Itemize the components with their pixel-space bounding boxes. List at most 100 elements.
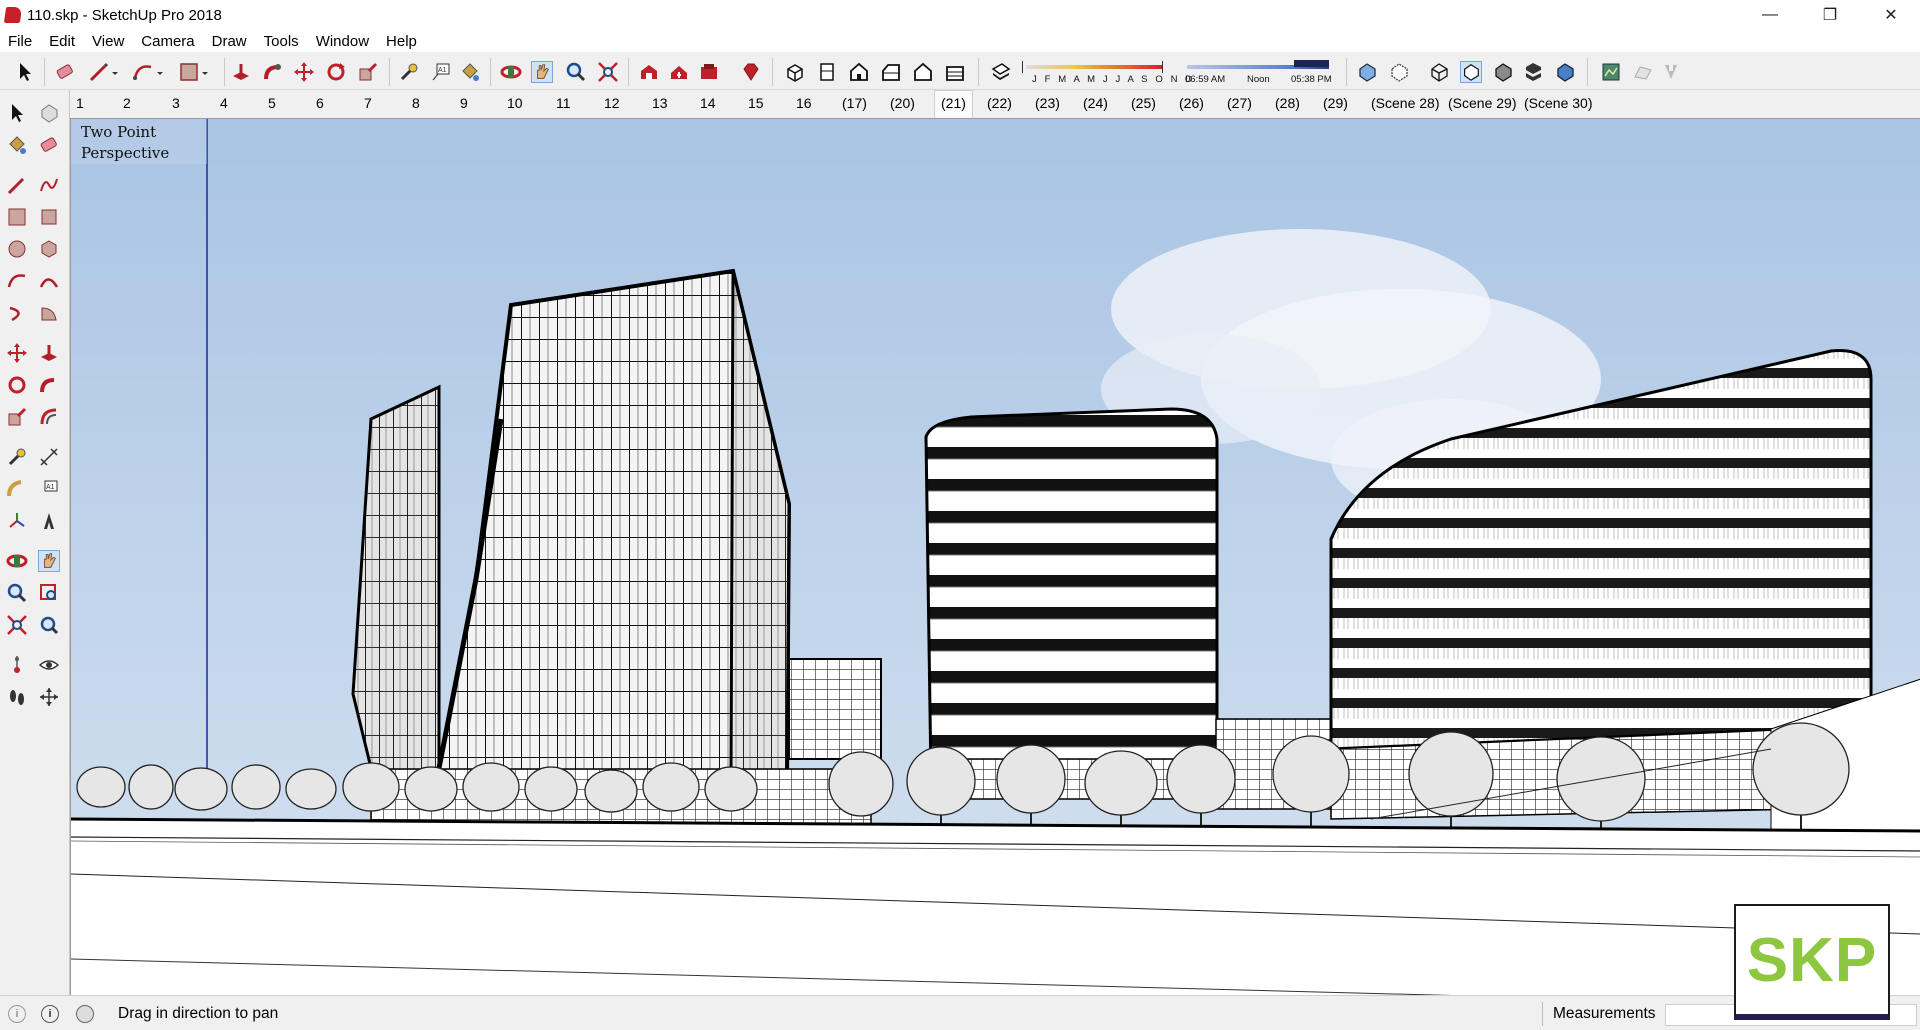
menu-window[interactable]: Window [308, 33, 378, 50]
geo-location-icon[interactable]: i [8, 1005, 26, 1023]
scene-tab[interactable]: (Scene 28) [1371, 95, 1439, 111]
polygon-tool-icon[interactable] [38, 238, 60, 260]
previous-view-icon[interactable] [38, 614, 60, 636]
shadow-month-slider[interactable]: J F M A M J J A S O N D [1022, 59, 1192, 89]
menu-file[interactable]: File [0, 33, 41, 50]
zoom-extents-icon[interactable] [597, 61, 619, 83]
time-slider-handle[interactable] [1294, 60, 1329, 67]
rectangle-tool-icon[interactable] [178, 61, 200, 83]
arc-dropdown-chevron-icon[interactable] [155, 61, 165, 83]
right-view-icon[interactable] [880, 61, 902, 83]
pan-tool-icon[interactable] [38, 550, 60, 572]
close-button[interactable]: ✕ [1868, 0, 1914, 30]
scene-tab[interactable]: (25) [1131, 95, 1156, 111]
line-dropdown-chevron-icon[interactable] [110, 61, 120, 83]
text-tool-icon[interactable]: A1 [38, 478, 60, 500]
push-pull-tool-icon[interactable] [230, 61, 252, 83]
offset-tool-icon[interactable] [38, 406, 60, 428]
look-around-eye-icon[interactable] [38, 654, 60, 676]
circle-tool-icon[interactable] [6, 238, 28, 260]
xray-style-icon[interactable] [1356, 61, 1378, 83]
back-edges-style-icon[interactable] [1388, 61, 1410, 83]
scene-tab[interactable]: (17) [842, 95, 867, 111]
top-view-icon[interactable] [816, 61, 838, 83]
extension-warehouse-icon[interactable] [698, 61, 720, 83]
pan-tool-icon[interactable] [531, 61, 553, 83]
scene-tab[interactable]: (26) [1179, 95, 1204, 111]
scene-tab[interactable]: 4 [220, 95, 228, 111]
toggle-terrain-icon[interactable] [1632, 61, 1654, 83]
two-point-arc-icon[interactable] [38, 270, 60, 292]
scene-tab-active[interactable]: (21) [934, 90, 973, 118]
paint-bucket-icon[interactable] [6, 134, 28, 156]
scene-tab[interactable]: 12 [604, 95, 620, 111]
scene-tab[interactable]: 8 [412, 95, 420, 111]
zoom-extents-icon[interactable] [6, 614, 28, 636]
scene-tab[interactable]: 3 [172, 95, 180, 111]
scene-tab[interactable]: (28) [1275, 95, 1300, 111]
push-pull-tool-icon[interactable] [38, 342, 60, 364]
iso-view-icon[interactable] [784, 61, 806, 83]
model-viewport[interactable]: Two Point Perspective [70, 118, 1920, 995]
scene-tab[interactable]: (Scene 30) [1524, 95, 1592, 111]
left-view-icon[interactable] [944, 61, 966, 83]
move-tool-icon[interactable] [293, 61, 315, 83]
menu-view[interactable]: View [84, 33, 133, 50]
arc-tool-icon[interactable] [132, 61, 154, 83]
scene-tab[interactable]: 7 [364, 95, 372, 111]
monochrome-style-icon[interactable] [1554, 61, 1576, 83]
three-point-arc-icon[interactable] [6, 302, 28, 324]
zoom-window-icon[interactable] [38, 582, 60, 604]
rotate-tool-icon[interactable] [325, 61, 347, 83]
make-component-icon[interactable] [38, 102, 60, 124]
select-tool-icon[interactable] [6, 102, 28, 124]
scene-tab[interactable]: 10 [507, 95, 523, 111]
walk-footprints-icon[interactable] [6, 686, 28, 708]
text-tool-icon[interactable]: A1 [430, 61, 452, 83]
select-tool-icon[interactable] [14, 61, 36, 83]
orbit-tool-icon[interactable] [500, 61, 522, 83]
section-plane-icon[interactable] [38, 686, 60, 708]
scene-tab[interactable]: 1 [76, 95, 84, 111]
credits-info-icon[interactable]: i [41, 1005, 59, 1023]
line-tool-icon[interactable] [6, 174, 28, 196]
wireframe-style-icon[interactable] [1428, 61, 1450, 83]
line-tool-icon[interactable] [88, 61, 110, 83]
shadows-toggle-icon[interactable] [990, 61, 1012, 83]
scene-tab[interactable]: (Scene 29) [1448, 95, 1516, 111]
scene-tab[interactable]: (29) [1323, 95, 1348, 111]
scene-tab[interactable]: 16 [796, 95, 812, 111]
scene-tab[interactable]: (22) [987, 95, 1012, 111]
follow-me-tool-icon[interactable] [38, 374, 60, 396]
scene-tab[interactable]: (24) [1083, 95, 1108, 111]
front-view-icon[interactable] [848, 61, 870, 83]
move-tool-icon[interactable] [6, 342, 28, 364]
scene-tab[interactable]: 6 [316, 95, 324, 111]
scene-tab[interactable]: 13 [652, 95, 668, 111]
position-camera-icon[interactable] [6, 654, 28, 676]
scale-tool-icon[interactable] [6, 406, 28, 428]
orbit-tool-icon[interactable] [6, 550, 28, 572]
shadow-time-slider[interactable]: 06:59 AM Noon 05:38 PM [1183, 59, 1333, 89]
menu-camera[interactable]: Camera [133, 33, 203, 50]
ruby-icon[interactable] [740, 61, 762, 83]
photo-textures-icon[interactable] [1660, 61, 1682, 83]
rotated-rectangle-icon[interactable] [38, 206, 60, 228]
rotate-tool-icon[interactable] [6, 374, 28, 396]
hidden-line-style-icon[interactable] [1460, 61, 1482, 83]
add-location-icon[interactable] [1600, 61, 1622, 83]
zoom-tool-icon[interactable] [6, 582, 28, 604]
scene-tab[interactable]: (27) [1227, 95, 1252, 111]
menu-help[interactable]: Help [378, 33, 426, 50]
user-account-icon[interactable] [76, 1005, 94, 1023]
tape-measure-icon[interactable] [6, 446, 28, 468]
share-model-icon[interactable] [668, 61, 690, 83]
menu-edit[interactable]: Edit [41, 33, 84, 50]
scene-tab[interactable]: (23) [1035, 95, 1060, 111]
scale-tool-icon[interactable] [357, 61, 379, 83]
scene-tab[interactable]: 11 [556, 95, 571, 111]
minimize-button[interactable]: — [1747, 0, 1793, 30]
protractor-tool-icon[interactable] [6, 478, 28, 500]
pie-tool-icon[interactable] [38, 302, 60, 324]
scene-tab[interactable]: (20) [890, 95, 915, 111]
